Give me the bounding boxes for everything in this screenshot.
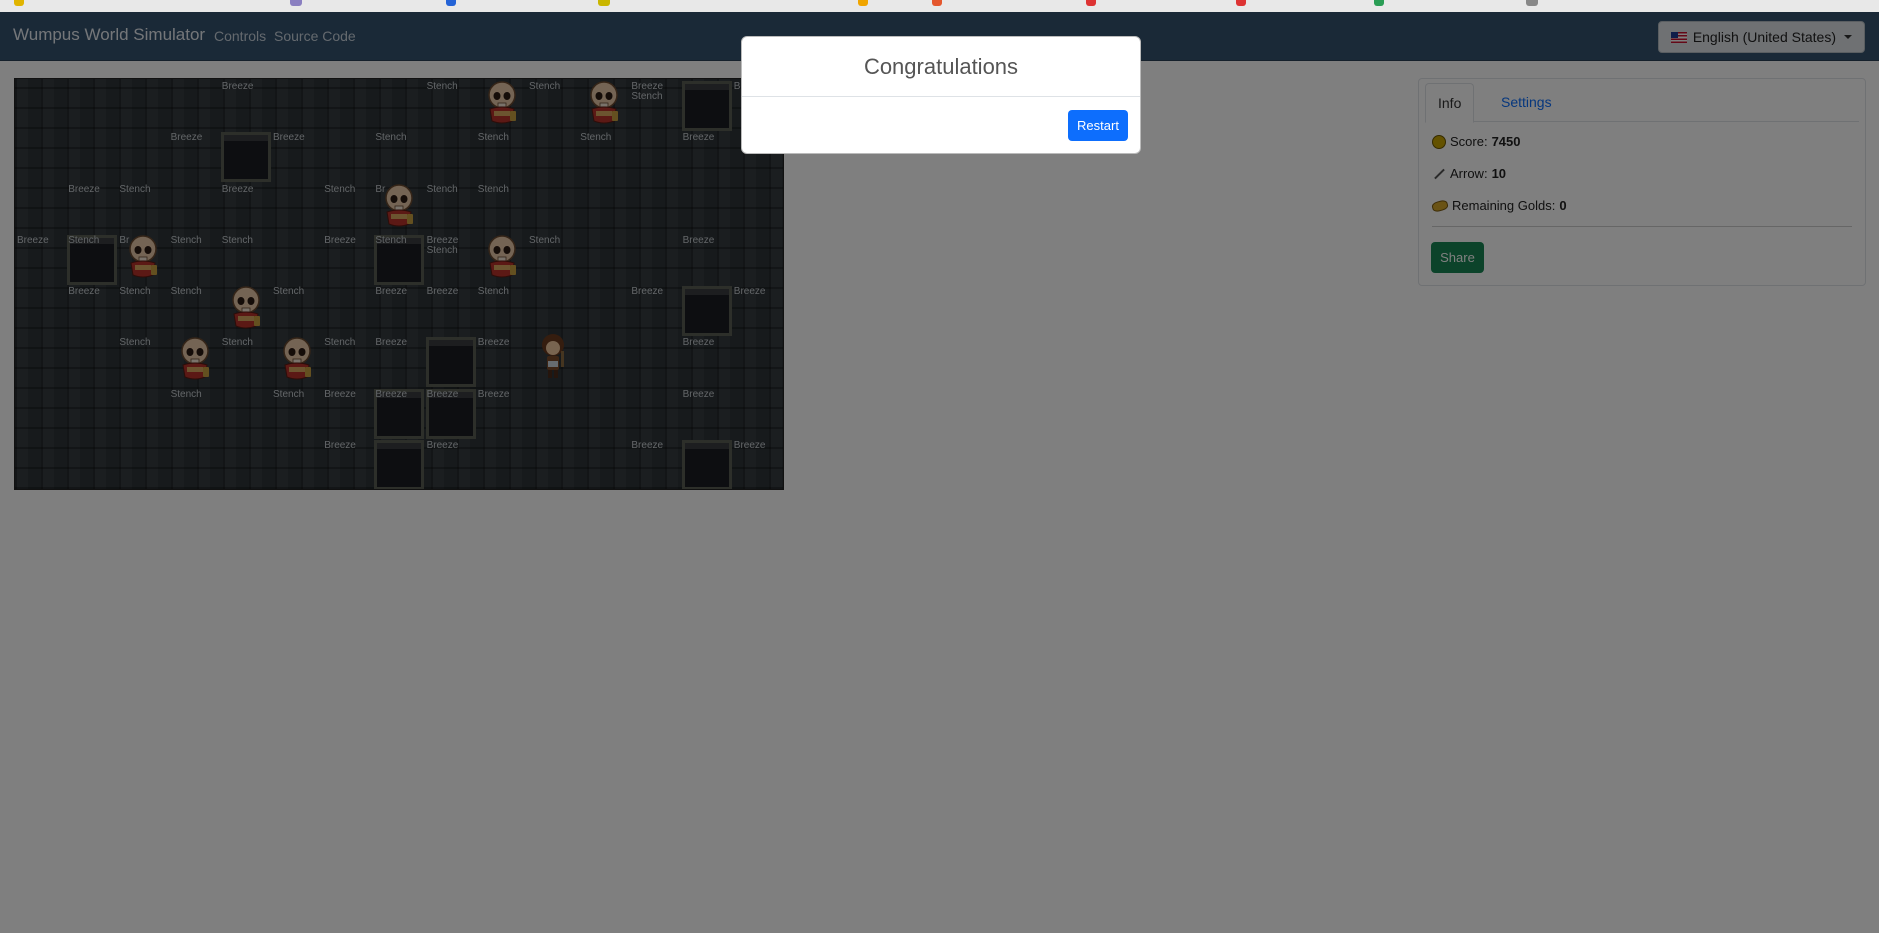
bookmark-icon[interactable] — [598, 0, 610, 6]
browser-bookmarks-strip — [0, 0, 1879, 12]
bookmark-icon[interactable] — [858, 0, 868, 6]
bookmark-icon[interactable] — [14, 0, 24, 6]
congratulations-modal: Congratulations Restart — [741, 36, 1141, 154]
bookmark-icon[interactable] — [1236, 0, 1246, 6]
bookmark-icon[interactable] — [1374, 0, 1384, 6]
bookmark-icon[interactable] — [446, 0, 456, 6]
bookmark-icon[interactable] — [932, 0, 942, 6]
restart-button[interactable]: Restart — [1068, 110, 1128, 141]
bookmark-icon[interactable] — [1086, 0, 1096, 6]
bookmark-icon[interactable] — [1526, 0, 1538, 6]
modal-title: Congratulations — [742, 37, 1140, 97]
bookmark-icon[interactable] — [290, 0, 302, 6]
